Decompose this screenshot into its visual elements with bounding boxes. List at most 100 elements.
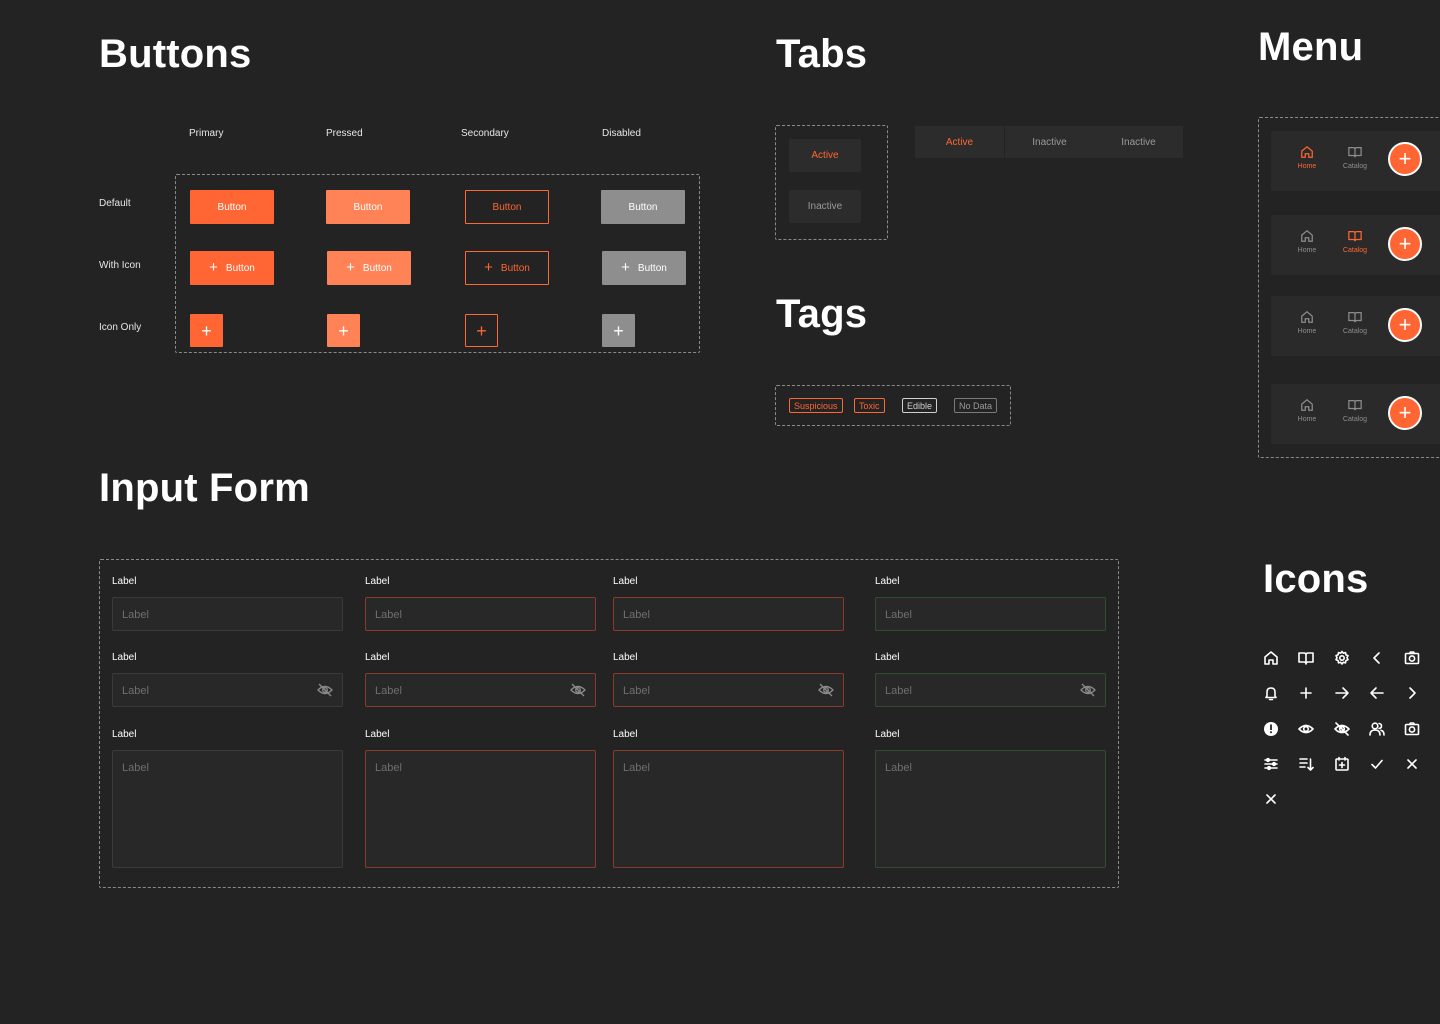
menu-item-label: Home — [1297, 247, 1317, 254]
fab-add-button[interactable]: + — [1388, 308, 1422, 342]
book-icon — [1348, 312, 1362, 323]
eye-off-icon[interactable] — [317, 682, 333, 698]
input-placeholder: Label — [122, 609, 149, 621]
text-input[interactable]: Label — [112, 597, 343, 631]
field-label: Label — [613, 652, 638, 663]
fab-add-button[interactable]: + — [1388, 396, 1422, 430]
menu-item-catalog[interactable]: Catalog — [1335, 398, 1375, 423]
menu-item-catalog[interactable]: Catalog — [1335, 310, 1375, 335]
input-placeholder: Label — [885, 685, 912, 697]
primary-icon-only-button[interactable]: + — [190, 314, 223, 347]
plus-icon: + — [484, 259, 493, 276]
field-label: Label — [875, 652, 900, 663]
book-icon — [1348, 147, 1362, 158]
arrow-left-icon — [1368, 684, 1386, 702]
button-label: Button — [353, 201, 383, 213]
tab-active[interactable]: Active — [789, 139, 861, 172]
textarea-focused[interactable]: Label — [365, 750, 596, 868]
column-pressed: Pressed — [326, 128, 363, 139]
input-placeholder: Label — [375, 609, 402, 621]
eye-off-icon[interactable] — [1080, 682, 1096, 698]
disabled-icon-button: + Button — [602, 251, 686, 285]
eye-off-icon[interactable] — [570, 682, 586, 698]
buttons-heading: Buttons — [99, 32, 252, 76]
menu-item-home[interactable]: Home — [1287, 310, 1327, 335]
menu-bar: Home Catalog + — [1271, 384, 1440, 444]
button-label: Button — [225, 262, 255, 274]
textarea-error[interactable]: Label — [613, 750, 844, 868]
icons-heading: Icons — [1263, 557, 1369, 601]
primary-button[interactable]: Button — [190, 190, 274, 224]
password-input-error[interactable]: Label — [613, 673, 844, 707]
fab-add-button[interactable]: + — [1388, 142, 1422, 176]
home-icon — [1301, 310, 1313, 323]
secondary-icon-button[interactable]: + Button — [465, 251, 549, 285]
plus-icon: + — [613, 320, 624, 341]
row-default: Default — [99, 198, 131, 209]
input-placeholder: Label — [623, 762, 650, 774]
disabled-button: Button — [601, 190, 685, 224]
field-label: Label — [365, 652, 390, 663]
secondary-icon-only-button[interactable]: + — [465, 314, 498, 347]
field-label: Label — [112, 729, 137, 740]
button-label: Button — [500, 262, 530, 274]
input-form-heading: Input Form — [99, 466, 310, 510]
fab-add-button[interactable]: + — [1388, 227, 1422, 261]
tag-suspicious: Suspicious — [789, 398, 843, 413]
calendar-add-icon — [1333, 755, 1351, 773]
button-label: Button — [628, 201, 658, 213]
menu-item-label: Catalog — [1342, 328, 1368, 335]
tag-edible: Edible — [902, 398, 938, 413]
input-placeholder: Label — [122, 762, 149, 774]
pressed-icon-button[interactable]: + Button — [327, 251, 411, 285]
button-label: Button — [492, 201, 522, 213]
column-disabled: Disabled — [602, 128, 641, 139]
menu-bar: Home Catalog + — [1271, 131, 1440, 191]
password-input-success[interactable]: Label — [875, 673, 1106, 707]
menu-item-home[interactable]: Home — [1287, 229, 1327, 254]
plus-icon: + — [209, 259, 218, 276]
tab-horizontal-inactive[interactable]: Inactive — [1094, 126, 1183, 158]
password-input[interactable]: Label — [112, 673, 343, 707]
field-label: Label — [875, 729, 900, 740]
textarea-success[interactable]: Label — [875, 750, 1106, 868]
pressed-icon-only-button[interactable]: + — [327, 314, 360, 347]
password-input-focused[interactable]: Label — [365, 673, 596, 707]
field-label: Label — [613, 729, 638, 740]
field-label: Label — [365, 576, 390, 587]
plus-icon: + — [1398, 231, 1412, 256]
tab-horizontal-active[interactable]: Active — [915, 126, 1004, 158]
menu-item-home[interactable]: Home — [1287, 398, 1327, 423]
menu-bar: Home Catalog + — [1271, 296, 1440, 356]
secondary-button[interactable]: Button — [465, 190, 549, 224]
column-primary: Primary — [189, 128, 224, 139]
plus-icon — [1297, 684, 1315, 702]
menu-heading: Menu — [1258, 25, 1364, 69]
tab-inactive[interactable]: Inactive — [789, 190, 861, 223]
textarea[interactable]: Label — [112, 750, 343, 868]
text-input-focused[interactable]: Label — [365, 597, 596, 631]
text-input-success[interactable]: Label — [875, 597, 1106, 631]
menu-item-catalog[interactable]: Catalog — [1335, 145, 1375, 170]
close-icon — [1403, 755, 1421, 773]
menu-item-catalog[interactable]: Catalog — [1335, 229, 1375, 254]
sort-icon — [1297, 755, 1315, 773]
menu-item-label: Catalog — [1342, 163, 1368, 170]
chevron-left-icon — [1368, 649, 1386, 667]
eye-off-icon[interactable] — [818, 682, 834, 698]
bell-icon — [1262, 684, 1280, 702]
disabled-icon-only-button: + — [602, 314, 635, 347]
tags-heading: Tags — [776, 292, 868, 336]
button-label: Button — [217, 201, 247, 213]
users-icon — [1368, 720, 1386, 738]
plus-icon: + — [476, 320, 487, 341]
primary-icon-button[interactable]: + Button — [190, 251, 274, 285]
tab-horizontal-inactive[interactable]: Inactive — [1005, 126, 1094, 158]
tabs-heading: Tabs — [776, 32, 868, 76]
chevron-right-icon — [1403, 684, 1421, 702]
sliders-icon — [1262, 755, 1280, 773]
menu-item-home[interactable]: Home — [1287, 145, 1327, 170]
eye-off-icon — [1333, 720, 1351, 738]
pressed-button[interactable]: Button — [326, 190, 410, 224]
text-input-error[interactable]: Label — [613, 597, 844, 631]
